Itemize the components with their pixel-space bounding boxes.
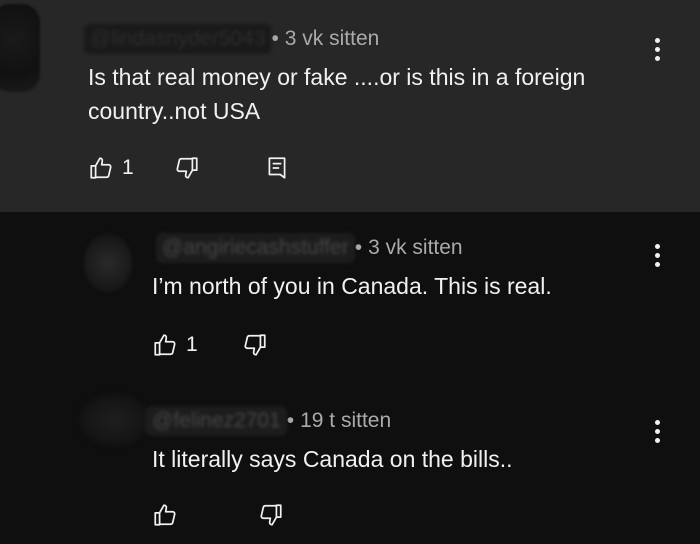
like-count: 1: [122, 156, 134, 179]
more-vertical-icon[interactable]: [652, 420, 662, 448]
avatar[interactable]: [80, 394, 150, 446]
comment-meta: @lindasnyder5043 • 3 vk sitten: [83, 24, 380, 54]
thumbs-down-icon[interactable]: [174, 155, 200, 181]
thumbs-down-icon[interactable]: [242, 332, 268, 358]
like-count: 1: [186, 333, 198, 356]
more-vertical-icon[interactable]: [652, 244, 662, 272]
meta-separator: •: [286, 409, 295, 432]
comment-item: @felinez2701 • 19 t sitten It literally sa…: [0, 382, 700, 544]
comment-meta: @angiriecashstuffer • 3 vk sitten: [156, 233, 463, 263]
avatar[interactable]: [0, 4, 40, 92]
comment-time: 19 t sitten: [300, 409, 392, 432]
comment-text: I’m north of you in Canada. This is real…: [152, 273, 552, 299]
meta-separator: •: [271, 27, 279, 50]
comment-time: 3 vk sitten: [368, 236, 463, 259]
comment-meta: @felinez2701 • 19 t sitten: [146, 406, 392, 436]
author-handle[interactable]: @lindasnyder5043: [83, 24, 272, 54]
thumbs-up-icon[interactable]: [88, 155, 114, 181]
thumbs-down-icon[interactable]: [258, 502, 284, 528]
comment-text: Is that real money or fake ....or is thi…: [88, 64, 586, 124]
comment-actions: 1: [88, 155, 290, 181]
comment-actions: [152, 502, 284, 528]
author-handle[interactable]: @angiriecashstuffer: [156, 233, 355, 263]
thumbs-up-icon[interactable]: [152, 332, 178, 358]
meta-separator: •: [354, 236, 363, 259]
thumbs-up-icon[interactable]: [152, 502, 178, 528]
comment-text: It literally says Canada on the bills..: [152, 446, 513, 472]
comment-item: @lindasnyder5043 • 3 vk sitten Is that rea…: [0, 0, 700, 212]
comment-time: 3 vk sitten: [284, 27, 380, 50]
avatar[interactable]: [84, 234, 132, 292]
author-handle[interactable]: @felinez2701: [146, 406, 287, 436]
comment-actions: 1: [152, 332, 268, 358]
comment-item: @angiriecashstuffer • 3 vk sitten I’m nort…: [0, 212, 700, 382]
more-vertical-icon[interactable]: [652, 38, 662, 66]
reply-icon[interactable]: [264, 155, 290, 181]
